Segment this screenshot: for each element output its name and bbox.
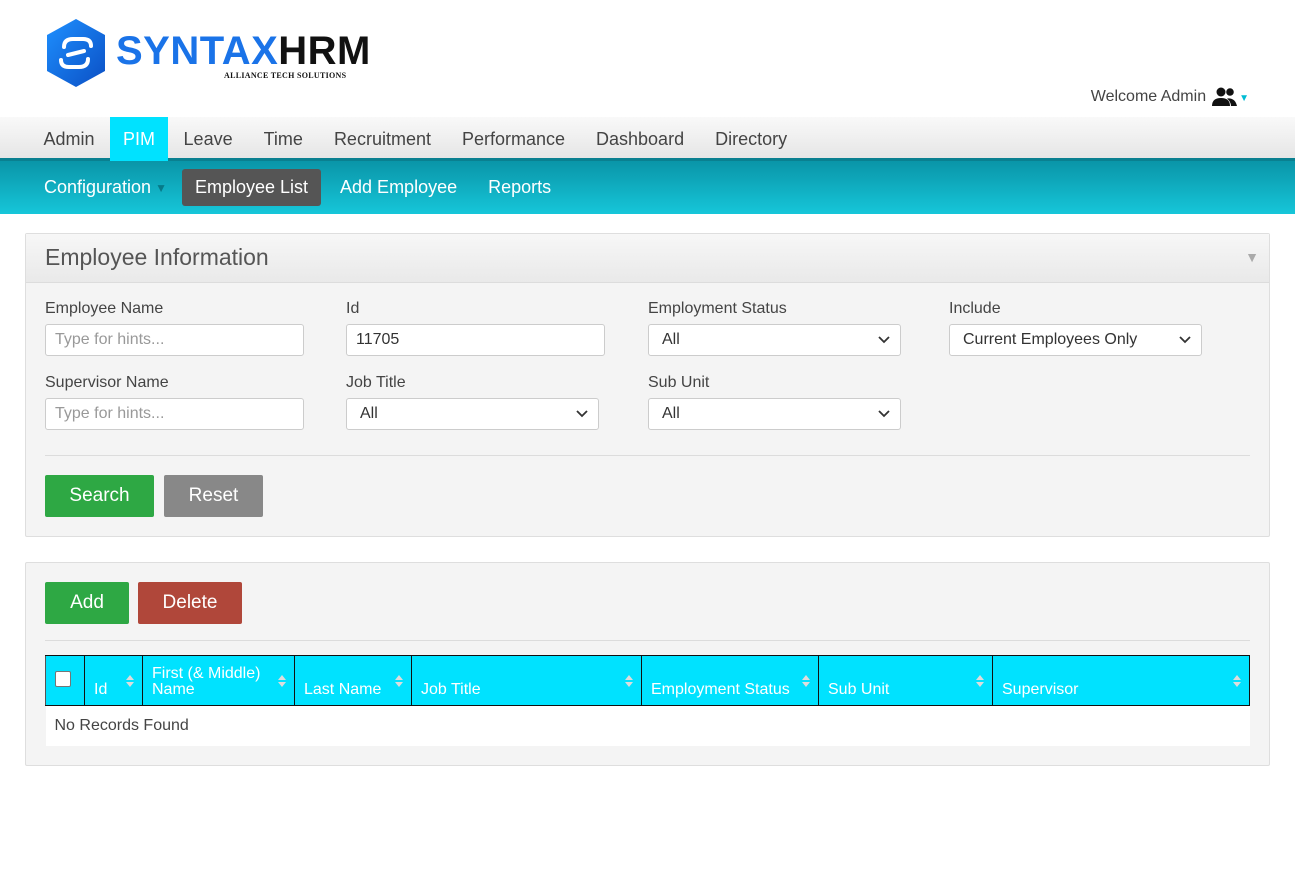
column-label: First (& Middle) Name: [152, 665, 261, 698]
include-label: Include: [949, 300, 1001, 317]
welcome-menu[interactable]: Welcome Admin ▼: [1091, 86, 1249, 108]
table-row: No Records Found: [45, 705, 1250, 746]
employment-status-select[interactable]: All: [648, 324, 901, 356]
panel-title: Employee Information: [45, 244, 269, 270]
logo[interactable]: SYNTAXHRM ALLIANCE TECH SOLUTIONS: [44, 17, 371, 89]
menu-item-dashboard[interactable]: Dashboard: [581, 117, 700, 161]
sort-icon: [976, 675, 984, 687]
column-header-last-name[interactable]: Last Name: [294, 655, 412, 706]
employment-status-label: Employment Status: [648, 300, 787, 317]
chevron-down-icon: ▼: [155, 180, 167, 195]
column-header-job-title[interactable]: Job Title: [411, 655, 642, 706]
id-input[interactable]: [346, 324, 605, 356]
submenu-item-reports[interactable]: Reports: [488, 177, 551, 198]
reset-button[interactable]: Reset: [164, 475, 263, 517]
column-header-first-name[interactable]: First (& Middle) Name: [142, 655, 295, 706]
submenu-item-add-employee[interactable]: Add Employee: [340, 177, 457, 198]
divider: [45, 455, 1250, 456]
menu-item-pim[interactable]: PIM: [110, 117, 169, 161]
column-label: Sub Unit: [828, 681, 890, 698]
employment-status-value: All: [662, 331, 680, 348]
divider: [45, 640, 1250, 641]
brand-tagline: ALLIANCE TECH SOLUTIONS: [224, 71, 347, 80]
employee-name-field: Employee Name: [45, 300, 304, 356]
collapse-toggle-icon[interactable]: ▼: [1245, 249, 1259, 265]
menu-item-leave[interactable]: Leave: [168, 117, 248, 161]
sub-unit-field: Sub Unit All: [648, 374, 901, 430]
users-icon: [1212, 87, 1238, 106]
submenu-item-label: Configuration: [44, 177, 152, 197]
select-all-checkbox[interactable]: [55, 670, 71, 687]
delete-button[interactable]: Delete: [138, 582, 242, 624]
main-menu: Admin PIM Leave Time Recruitment Perform…: [0, 117, 1295, 161]
chevron-down-icon: ▼: [1239, 92, 1249, 104]
submenu-item-configuration[interactable]: Configuration ▼: [44, 177, 167, 198]
sub-unit-label: Sub Unit: [648, 374, 710, 391]
column-label: Job Title: [421, 681, 481, 698]
submenu-item-employee-list[interactable]: Employee List: [181, 169, 322, 206]
sort-icon: [625, 675, 633, 687]
column-header-employment-status[interactable]: Employment Status: [641, 655, 819, 706]
column-label: Employment Status: [651, 681, 790, 698]
empty-message: No Records Found: [45, 705, 1250, 746]
chevron-down-icon: [1179, 336, 1191, 344]
menu-item-performance[interactable]: Performance: [446, 117, 580, 161]
sort-icon: [1233, 675, 1241, 687]
job-title-value: All: [360, 405, 378, 422]
include-value: Current Employees Only: [963, 331, 1138, 348]
job-title-label: Job Title: [346, 374, 406, 391]
column-header-sub-unit[interactable]: Sub Unit: [818, 655, 993, 706]
panel-header: Employee Information ▼: [26, 234, 1269, 283]
employee-table: Id First (& Middle) Name Last Name Job T…: [45, 655, 1250, 746]
employee-list-panel: Add Delete Id First (& Middle) Name Last…: [25, 562, 1270, 766]
employee-name-label: Employee Name: [45, 300, 164, 317]
sub-menu: Configuration ▼ Employee List Add Employ…: [0, 161, 1295, 214]
search-button[interactable]: Search: [45, 475, 154, 517]
sort-icon: [278, 675, 286, 687]
chevron-down-icon: [576, 410, 588, 418]
column-label: Id: [94, 681, 108, 698]
menu-item-recruitment[interactable]: Recruitment: [318, 117, 446, 161]
sort-icon: [126, 675, 134, 687]
sort-icon: [802, 675, 810, 687]
employment-status-field: Employment Status All: [648, 300, 901, 356]
supervisor-name-field: Supervisor Name: [45, 374, 304, 430]
employee-search-panel: Employee Information ▼ Employee Name Id …: [25, 233, 1270, 537]
id-field: Id: [346, 300, 605, 356]
job-title-field: Job Title All: [346, 374, 599, 430]
employee-name-input[interactable]: [45, 324, 304, 356]
column-header-id[interactable]: Id: [84, 655, 143, 706]
job-title-select[interactable]: All: [346, 398, 599, 430]
chevron-down-icon: [878, 410, 890, 418]
include-field: Include Current Employees Only: [949, 300, 1202, 356]
menu-item-time[interactable]: Time: [248, 117, 318, 161]
brand-name-part2: HRM: [278, 29, 371, 73]
table-header-row: Id First (& Middle) Name Last Name Job T…: [45, 655, 1250, 706]
sub-unit-select[interactable]: All: [648, 398, 901, 430]
column-header-supervisor[interactable]: Supervisor: [992, 655, 1250, 706]
select-all-header: [45, 655, 85, 706]
supervisor-name-label: Supervisor Name: [45, 374, 169, 391]
column-label: Supervisor: [1002, 681, 1079, 698]
include-select[interactable]: Current Employees Only: [949, 324, 1202, 356]
logo-wordmark: SYNTAXHRM ALLIANCE TECH SOLUTIONS: [116, 23, 371, 83]
welcome-text: Welcome Admin: [1090, 88, 1207, 105]
sort-icon: [395, 675, 403, 687]
logo-hex-icon: [47, 19, 105, 87]
brand-name-part1: SYNTAX: [116, 29, 279, 73]
id-label: Id: [346, 300, 360, 317]
menu-item-directory[interactable]: Directory: [700, 117, 803, 161]
chevron-down-icon: [878, 336, 890, 344]
column-label: Last Name: [304, 681, 382, 698]
menu-item-admin[interactable]: Admin: [28, 117, 110, 161]
page-header: SYNTAXHRM ALLIANCE TECH SOLUTIONS Welcom…: [0, 0, 1295, 118]
supervisor-name-input[interactable]: [45, 398, 304, 430]
add-button[interactable]: Add: [45, 582, 129, 624]
sub-unit-value: All: [662, 405, 680, 422]
